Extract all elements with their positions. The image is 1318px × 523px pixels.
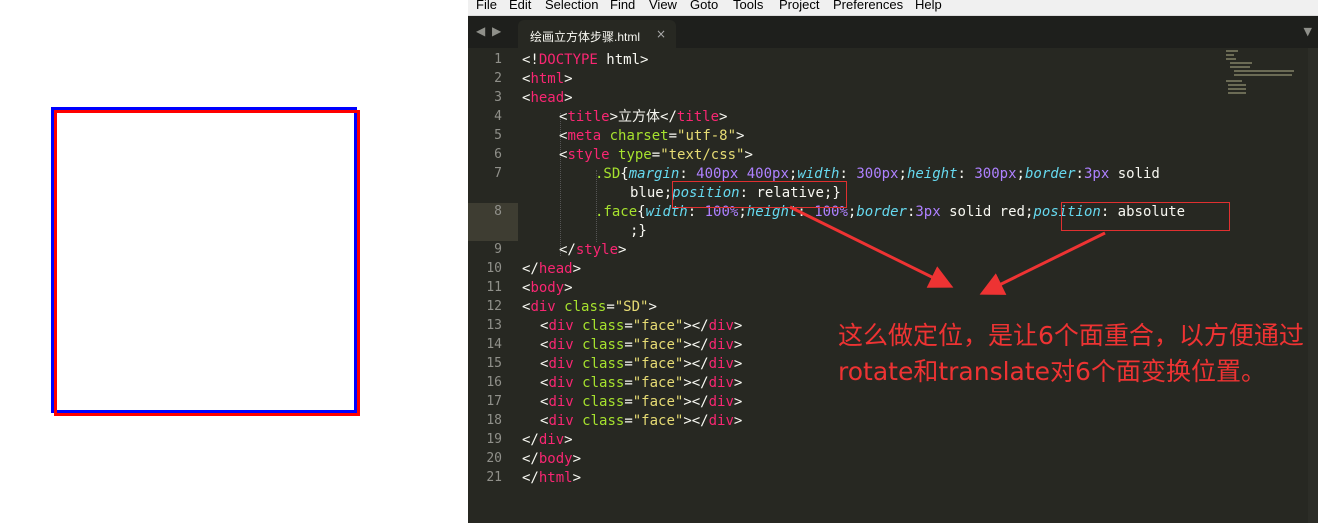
minimap-line	[1228, 92, 1246, 94]
code-line: <div class="face"></div>	[540, 413, 743, 429]
code-line: <div class="face"></div>	[540, 318, 743, 334]
code-line: <div class="face"></div>	[540, 375, 743, 391]
code-line: </body>	[522, 451, 582, 467]
minimap-line	[1228, 84, 1246, 86]
code-line: <div class="face"></div>	[540, 337, 743, 353]
minimap-line	[1226, 80, 1242, 82]
code-line: <html>	[522, 71, 573, 87]
minimap-line	[1226, 58, 1236, 60]
minimap-line	[1226, 54, 1234, 56]
code-line: <title>立方体</title>	[559, 109, 728, 125]
minimap-line	[1230, 62, 1252, 64]
chevron-down-icon[interactable]: ▼	[1304, 25, 1312, 38]
code-line: <!DOCTYPE html>	[522, 52, 649, 68]
code-line: <div class="face"></div>	[540, 356, 743, 372]
minimap-line	[1234, 70, 1294, 72]
minimap[interactable]	[1226, 48, 1306, 108]
annotation-text: 这么做定位，是让6个面重合，以方便通过rotate和translate对6个面变…	[838, 321, 1304, 386]
face-red-border	[54, 110, 360, 416]
code-line: <div class="SD">	[522, 299, 657, 315]
code-line: </html>	[522, 470, 582, 486]
code-area[interactable]: <!DOCTYPE html> <html> <head> <title>立方体…	[468, 0, 1228, 523]
code-line: </head>	[522, 261, 582, 277]
code-line: <div class="face"></div>	[540, 394, 743, 410]
minimap-line	[1234, 74, 1292, 76]
browser-preview	[0, 0, 468, 523]
code-line: ;}	[630, 223, 647, 239]
code-line: <style type="text/css">	[559, 147, 753, 163]
highlight-box-relative	[672, 181, 847, 208]
minimap-line	[1228, 88, 1246, 90]
code-line: <body>	[522, 280, 573, 296]
code-line: <head>	[522, 90, 573, 106]
code-line: <meta charset="utf-8">	[559, 128, 745, 144]
sublime-editor-window: File Edit Selection Find View Goto Tools…	[468, 0, 1318, 523]
highlight-box-absolute	[1061, 202, 1230, 231]
minimap-line	[1226, 50, 1238, 52]
code-line: </style>	[559, 242, 627, 258]
vertical-scrollbar[interactable]	[1308, 48, 1318, 523]
minimap-line	[1230, 66, 1250, 68]
code-line: </div>	[522, 432, 573, 448]
